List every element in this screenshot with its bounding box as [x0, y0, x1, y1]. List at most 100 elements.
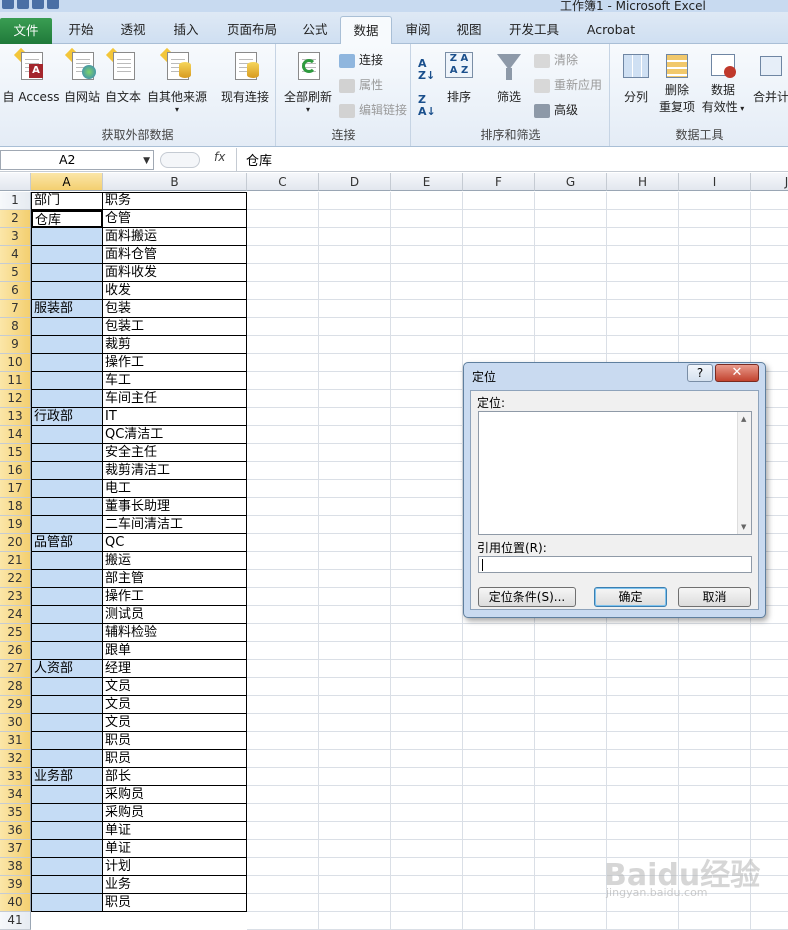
cell-a[interactable]: 部门	[31, 192, 103, 210]
scroll-down-icon[interactable]: ▼	[741, 523, 746, 531]
sort-button[interactable]: Z AA Z 排序	[442, 50, 476, 105]
cell-b[interactable]: 车工	[103, 372, 247, 390]
cell-b[interactable]: 包装	[103, 300, 247, 318]
cell-a[interactable]	[31, 678, 103, 696]
cell-a[interactable]	[31, 282, 103, 300]
row-header[interactable]: 23	[0, 588, 31, 606]
column-header-j[interactable]: J	[751, 173, 788, 191]
cell-b[interactable]: 单证	[103, 840, 247, 858]
close-button[interactable]: ✕	[715, 364, 759, 382]
row-header[interactable]: 18	[0, 498, 31, 516]
column-header-d[interactable]: D	[319, 173, 391, 191]
cell-a[interactable]	[31, 732, 103, 750]
cell-b[interactable]: 电工	[103, 480, 247, 498]
cell-a[interactable]	[31, 264, 103, 282]
cell-b[interactable]: 部长	[103, 768, 247, 786]
cell-a[interactable]	[31, 750, 103, 768]
row-header[interactable]: 41	[0, 912, 31, 930]
cell-b[interactable]: 包装工	[103, 318, 247, 336]
cell-a[interactable]	[31, 786, 103, 804]
cell-b[interactable]: 文员	[103, 714, 247, 732]
tab-file[interactable]: 文件	[0, 18, 52, 44]
cell-b[interactable]: 采购员	[103, 786, 247, 804]
tab-3[interactable]: 插入	[162, 16, 210, 44]
properties-button[interactable]: 属性	[339, 76, 383, 94]
tab-2[interactable]: 透视	[108, 16, 158, 44]
tab-9[interactable]: 开发工具	[498, 16, 570, 44]
row-header[interactable]: 19	[0, 516, 31, 534]
cell-a[interactable]	[31, 228, 103, 246]
row-header[interactable]: 40	[0, 894, 31, 912]
cell-a[interactable]	[31, 858, 103, 876]
cell-b[interactable]: 文员	[103, 696, 247, 714]
row-header[interactable]: 12	[0, 390, 31, 408]
goto-list-scrollbar[interactable]: ▲ ▼	[737, 412, 751, 534]
row-header[interactable]: 28	[0, 678, 31, 696]
tab-7[interactable]: 审阅	[396, 16, 440, 44]
refresh-all-button[interactable]: 全部刷新 ▾	[281, 50, 335, 114]
row-header[interactable]: 5	[0, 264, 31, 282]
column-header-f[interactable]: F	[463, 173, 535, 191]
row-header[interactable]: 8	[0, 318, 31, 336]
cell-a[interactable]	[31, 876, 103, 894]
from-text-button[interactable]: 自文本	[104, 47, 142, 105]
cell-b[interactable]: IT	[103, 408, 247, 426]
from-web-button[interactable]: 自网站	[62, 47, 102, 105]
cell-b[interactable]: 职员	[103, 732, 247, 750]
scroll-up-icon[interactable]: ▲	[741, 415, 746, 423]
cell-a[interactable]	[31, 336, 103, 354]
cell-b[interactable]: 经理	[103, 660, 247, 678]
cell-b[interactable]: 裁剪	[103, 336, 247, 354]
cell-a[interactable]	[31, 246, 103, 264]
edit-links-button[interactable]: 编辑链接	[339, 101, 407, 119]
cell-b[interactable]: 操作工	[103, 588, 247, 606]
row-header[interactable]: 16	[0, 462, 31, 480]
cell-b[interactable]	[103, 912, 247, 930]
cell-b[interactable]: 单证	[103, 822, 247, 840]
cell-a[interactable]	[31, 696, 103, 714]
cell-a[interactable]	[31, 894, 103, 912]
row-header[interactable]: 27	[0, 660, 31, 678]
row-header[interactable]: 10	[0, 354, 31, 372]
row-header[interactable]: 26	[0, 642, 31, 660]
connections-button[interactable]: 连接	[339, 51, 383, 69]
cell-a[interactable]	[31, 372, 103, 390]
help-button[interactable]: ?	[687, 364, 713, 382]
row-header[interactable]: 6	[0, 282, 31, 300]
tab-6[interactable]: 数据	[340, 16, 392, 45]
cell-a[interactable]	[31, 570, 103, 588]
row-header[interactable]: 13	[0, 408, 31, 426]
cell-b[interactable]: QC清洁工	[103, 426, 247, 444]
cell-b[interactable]: 测试员	[103, 606, 247, 624]
filter-button[interactable]: 筛选	[492, 50, 526, 105]
text-to-columns-button[interactable]: 分列	[617, 50, 655, 105]
remove-duplicates-button[interactable]: 删除 重复项	[657, 50, 697, 116]
cell-a[interactable]: 仓库	[31, 210, 103, 228]
cell-a[interactable]	[31, 606, 103, 624]
cell-b[interactable]: 董事长助理	[103, 498, 247, 516]
cell-b[interactable]: 二车间清洁工	[103, 516, 247, 534]
special-button[interactable]: 定位条件(S)...	[478, 587, 576, 607]
row-header[interactable]: 34	[0, 786, 31, 804]
row-header[interactable]: 4	[0, 246, 31, 264]
consolidate-button[interactable]: 合并计	[749, 50, 788, 105]
cell-a[interactable]	[31, 552, 103, 570]
row-header[interactable]: 7	[0, 300, 31, 318]
row-header[interactable]: 32	[0, 750, 31, 768]
cell-a[interactable]	[31, 912, 103, 930]
row-header[interactable]: 3	[0, 228, 31, 246]
cell-a[interactable]	[31, 426, 103, 444]
row-header[interactable]: 15	[0, 444, 31, 462]
cell-b[interactable]: 职员	[103, 894, 247, 912]
insert-function-icon[interactable]: fx	[214, 150, 225, 164]
cell-b[interactable]: 业务	[103, 876, 247, 894]
cell-a[interactable]	[31, 318, 103, 336]
name-box[interactable]: A2 ▼	[0, 150, 154, 170]
cell-a[interactable]	[31, 444, 103, 462]
cell-b[interactable]: 安全主任	[103, 444, 247, 462]
cell-b[interactable]: 面料收发	[103, 264, 247, 282]
cell-a[interactable]: 品管部	[31, 534, 103, 552]
cell-a[interactable]: 业务部	[31, 768, 103, 786]
cell-b[interactable]: 采购员	[103, 804, 247, 822]
sort-ascending-button[interactable]: A Z↓	[418, 58, 435, 82]
